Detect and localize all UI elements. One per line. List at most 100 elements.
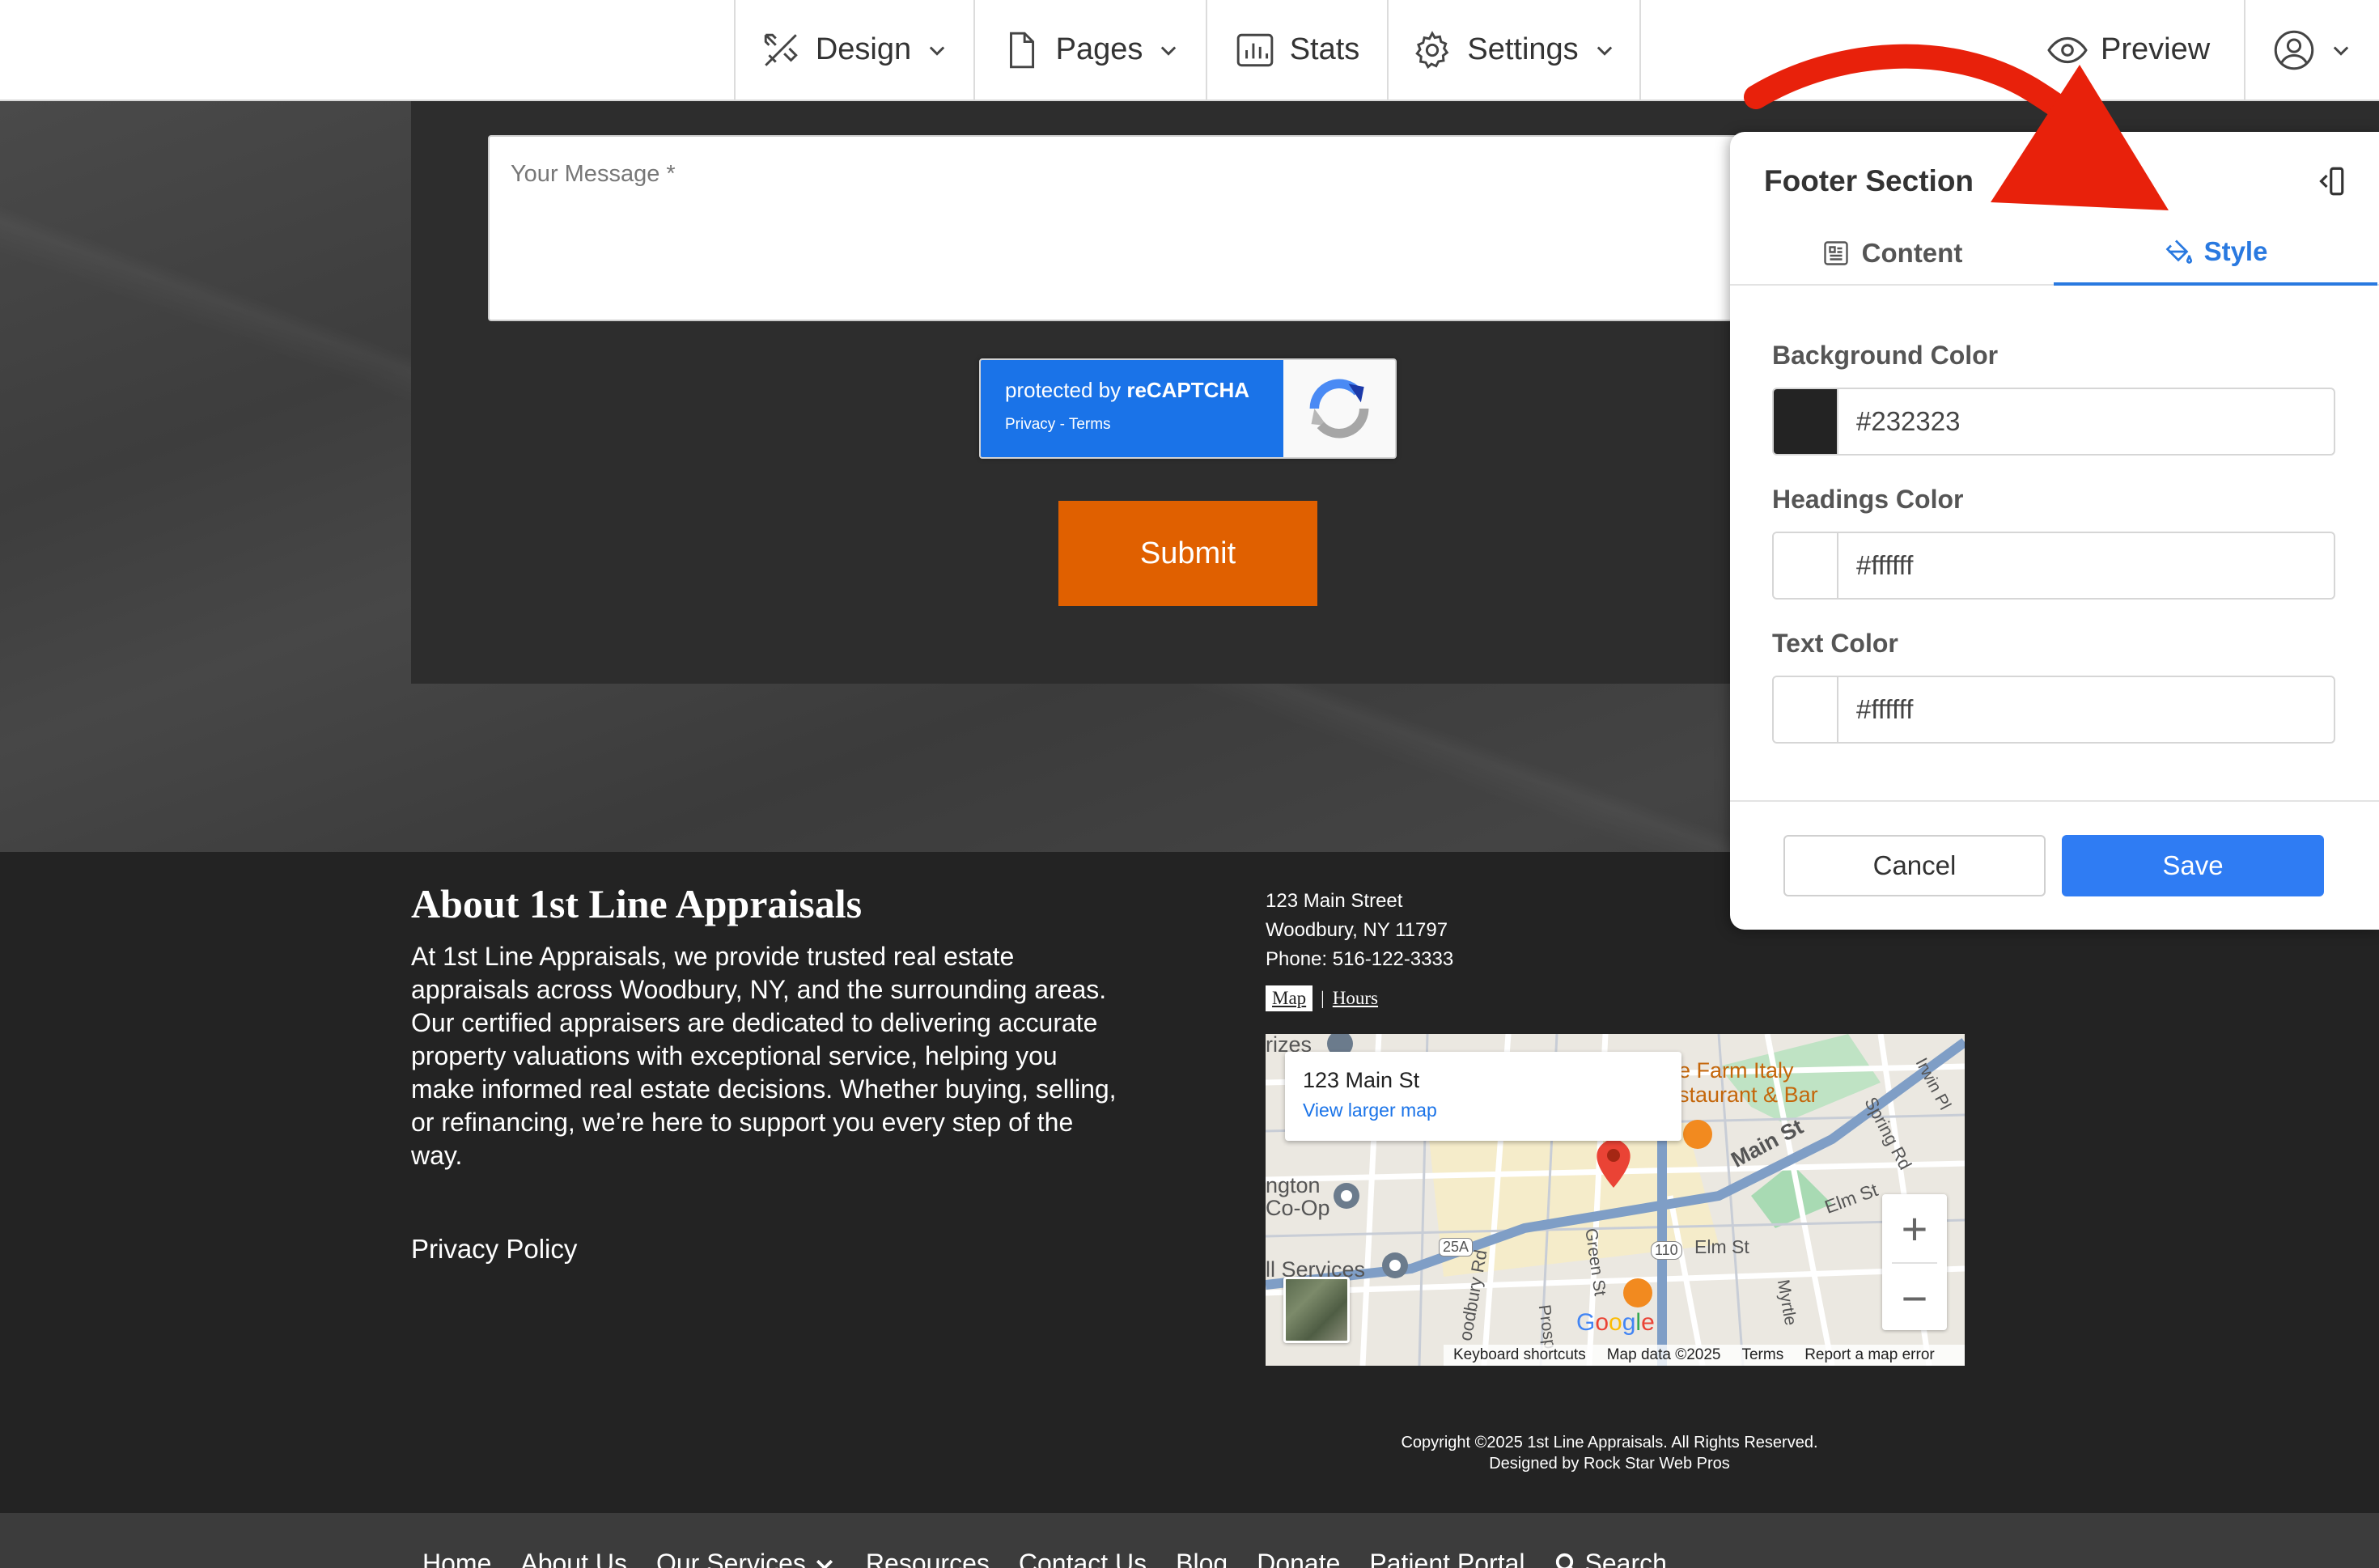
- contact-address: 123 Main Street Woodbury, NY 11797 Phone…: [1266, 887, 1453, 974]
- nav-resources[interactable]: Resources: [866, 1549, 990, 1568]
- settings-menu[interactable]: Settings: [1387, 0, 1641, 100]
- headings-color-label: Headings Color: [1772, 485, 1964, 514]
- map-label-elm-st: Elm St: [1694, 1236, 1749, 1257]
- tab-content[interactable]: Content: [1730, 221, 2054, 286]
- zoom-in-button[interactable]: +: [1882, 1194, 1947, 1262]
- map-label-coop2: Co-Op: [1266, 1196, 1330, 1220]
- pages-label: Pages: [1055, 32, 1143, 66]
- recaptcha-badge: protected by reCAPTCHA Privacy - Terms: [979, 358, 1397, 459]
- stats-chart-icon: [1236, 33, 1273, 66]
- copyright-text: Copyright ©2025 1st Line Appraisals. All…: [1266, 1432, 1953, 1474]
- collapse-panel-icon[interactable]: [2313, 164, 2347, 198]
- tab-content-label: Content: [1861, 238, 1963, 268]
- text-color-field[interactable]: #ffffff: [1772, 676, 2335, 744]
- search-icon: [1555, 1553, 1573, 1568]
- map-hours-tabs: Map | Hours: [1266, 985, 1378, 1011]
- recaptcha-info: protected by reCAPTCHA Privacy - Terms: [981, 360, 1283, 457]
- recaptcha-icon: [1309, 379, 1369, 439]
- address-phone: Phone: 516-122-3333: [1266, 948, 1454, 970]
- map-info-card: 123 Main St View larger map: [1285, 1052, 1681, 1141]
- map-label-coop1: ngton: [1266, 1173, 1321, 1197]
- chevron-down-icon: [929, 45, 945, 56]
- tab-hours[interactable]: Hours: [1333, 988, 1378, 1009]
- paint-bucket-icon: [2165, 239, 2192, 264]
- footer-section: [0, 852, 2379, 1513]
- chevron-down-icon: [2333, 45, 2348, 56]
- submit-button[interactable]: Submit: [1058, 501, 1317, 606]
- nav-our-services[interactable]: Our Services: [656, 1549, 837, 1568]
- nav-our-services-label: Our Services: [655, 1549, 806, 1568]
- about-paragraph: At 1st Line Appraisals, we provide trust…: [411, 942, 1117, 1170]
- headings-color-value[interactable]: #ffffff: [1838, 550, 1913, 581]
- nav-search[interactable]: Search: [1554, 1549, 1667, 1568]
- account-menu[interactable]: [2244, 0, 2379, 100]
- text-color-value[interactable]: #ffffff: [1838, 694, 1913, 725]
- recaptcha-title: protected by reCAPTCHA: [1005, 378, 1250, 402]
- background-color-field[interactable]: #232323: [1772, 388, 2335, 456]
- address-street: 123 Main Street: [1266, 890, 1403, 912]
- gear-icon: [1415, 30, 1449, 69]
- satellite-toggle[interactable]: [1283, 1277, 1350, 1343]
- design-label: Design: [815, 32, 912, 66]
- tab-map[interactable]: Map: [1266, 985, 1313, 1011]
- map-attribution: Keyboard shortcuts Map data ©2025 Terms …: [1444, 1345, 1965, 1366]
- panel-divider: [1730, 800, 2379, 802]
- stats-menu[interactable]: Stats: [1206, 0, 1387, 100]
- tab-separator: |: [1321, 988, 1325, 1008]
- pages-menu[interactable]: Pages: [973, 0, 1206, 100]
- google-map[interactable]: rizes e Farm Italy staurant & Bar ngton …: [1266, 1034, 1965, 1366]
- design-tools-icon: [764, 33, 798, 66]
- annotation-arrow: [1744, 44, 2169, 210]
- nav-blog[interactable]: Blog: [1176, 1549, 1228, 1568]
- background-color-label: Background Color: [1772, 341, 1999, 370]
- chevron-down-icon: [1597, 45, 1612, 56]
- text-color-label: Text Color: [1772, 629, 1898, 658]
- headings-color-field[interactable]: #ffffff: [1772, 532, 2335, 600]
- nav-search-label: Search: [1584, 1549, 1667, 1568]
- save-button[interactable]: Save: [2062, 835, 2324, 896]
- route-25a-badge: 25A: [1439, 1238, 1474, 1257]
- stats-label: Stats: [1289, 32, 1360, 66]
- map-place-title: 123 Main St: [1303, 1068, 1420, 1092]
- nav-patient-portal[interactable]: Patient Portal: [1369, 1549, 1525, 1568]
- user-avatar-icon: [2274, 30, 2313, 70]
- background-color-swatch[interactable]: [1774, 389, 1838, 454]
- text-color-swatch[interactable]: [1774, 677, 1838, 742]
- nav-about-us[interactable]: About Us: [520, 1549, 627, 1568]
- design-menu[interactable]: Design: [734, 0, 973, 100]
- nav-home[interactable]: Home: [422, 1549, 491, 1568]
- headings-color-swatch[interactable]: [1774, 533, 1838, 598]
- chevron-down-icon: [816, 1559, 833, 1568]
- recaptcha-links[interactable]: Privacy - Terms: [1005, 416, 1259, 434]
- nav-contact-us[interactable]: Contact Us: [1019, 1549, 1147, 1568]
- panel-tabs: Content Style: [1730, 221, 2379, 286]
- map-data-text: Map data ©2025: [1606, 1346, 1721, 1363]
- tab-style-label: Style: [2203, 236, 2268, 266]
- content-icon: [1823, 241, 1848, 265]
- map-label-farm: e Farm Italy: [1678, 1058, 1794, 1083]
- tab-style[interactable]: Style: [2054, 221, 2377, 286]
- cancel-button[interactable]: Cancel: [1783, 835, 2046, 896]
- bottom-navigation: Home About Us Our Services Resources Con…: [0, 1513, 2379, 1568]
- report-map-error-link[interactable]: Report a map error: [1804, 1346, 1935, 1364]
- map-terms-link[interactable]: Terms: [1741, 1346, 1783, 1364]
- message-placeholder: Your Message *: [511, 161, 676, 187]
- page-icon: [1009, 32, 1034, 68]
- keyboard-shortcuts-link[interactable]: Keyboard shortcuts: [1453, 1346, 1586, 1364]
- nav-donate[interactable]: Donate: [1257, 1549, 1340, 1568]
- settings-label: Settings: [1467, 32, 1579, 66]
- map-label-bar: staurant & Bar: [1678, 1083, 1818, 1107]
- privacy-policy-link[interactable]: Privacy Policy: [411, 1234, 577, 1265]
- zoom-out-button[interactable]: −: [1882, 1264, 1947, 1332]
- map-zoom-controls: + −: [1882, 1194, 1947, 1330]
- background-color-value[interactable]: #232323: [1838, 406, 1960, 437]
- route-110-badge: 110: [1651, 1241, 1682, 1260]
- recaptcha-logo: [1283, 360, 1395, 457]
- copyright-line: Copyright ©2025 1st Line Appraisals. All…: [1401, 1434, 1818, 1451]
- about-heading: About 1st Line Appraisals: [411, 881, 863, 926]
- designed-by-line: Designed by Rock Star Web Pros: [1489, 1455, 1730, 1473]
- footer-section-panel: Footer Section Content Style Background …: [1730, 132, 2379, 930]
- address-city: Woodbury, NY 11797: [1266, 919, 1448, 941]
- chevron-down-icon: [1161, 45, 1177, 56]
- view-larger-map-link[interactable]: View larger map: [1303, 1100, 1664, 1121]
